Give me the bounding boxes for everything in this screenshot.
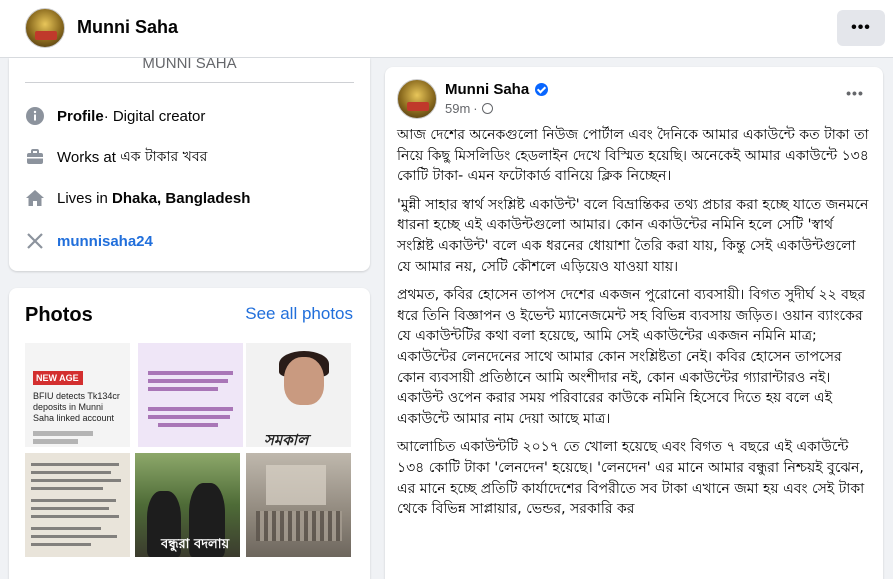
post-body: আজ দেশের অনেকগুলো নিউজ পোর্টাল এবং দৈনিক… <box>397 125 873 528</box>
post-paragraph: আলোচিত একাউন্টটি ২০১৭ তে খোলা হয়েছে এবং… <box>397 439 865 518</box>
photo-detail <box>256 511 342 541</box>
intro-work-place[interactable]: এক টাকার খবর <box>120 145 207 169</box>
intro-lives-city[interactable]: Dhaka, Bangladesh <box>112 190 250 207</box>
post-author-label[interactable]: Munni Saha <box>445 81 529 98</box>
intro-row-work: Works at এক টাকার খবর <box>25 145 207 169</box>
newspaper-masthead: সমকাল <box>264 431 309 447</box>
more-horizontal-icon: ••• <box>851 19 871 36</box>
profile-avatar[interactable] <box>25 8 65 48</box>
text-line <box>31 527 101 530</box>
text-line <box>31 543 91 546</box>
photo-caption: BFIU detects Tk134cr deposits in Munni S… <box>33 391 120 423</box>
text-line <box>31 479 121 482</box>
post-paragraph: প্রথমত, কবির হোসেন তাপস দেশের একজন পুরোন… <box>397 287 866 427</box>
intro-row-lives: Lives in Dhaka, Bangladesh <box>25 186 250 210</box>
text-line <box>148 415 230 419</box>
text-line <box>148 387 218 391</box>
intro-bio: MUNNI SAHA <box>142 55 237 72</box>
text-line <box>31 463 119 466</box>
photo-thumbnail[interactable] <box>246 453 351 557</box>
text-line <box>31 507 109 510</box>
post-more-options-button[interactable]: ••• <box>837 85 873 105</box>
text-line <box>33 439 78 444</box>
briefcase-icon <box>25 147 45 167</box>
more-horizontal-icon: ••• <box>846 85 864 101</box>
text-line <box>158 423 218 427</box>
intro-card: MUNNI SAHA Profile · Digital creator Wor… <box>9 55 370 271</box>
see-all-photos-link[interactable]: See all photos <box>245 304 353 324</box>
text-line <box>31 535 117 538</box>
text-line <box>31 487 103 490</box>
photos-card: Photos See all photos NEW AGE BFIU detec… <box>9 288 370 579</box>
post-meta: 59m · <box>445 101 493 116</box>
newspaper-logo: NEW AGE <box>33 371 83 385</box>
public-globe-icon <box>481 103 493 114</box>
intro-profile-label: Profile <box>57 107 104 125</box>
intro-lives-prefix: Lives in <box>57 189 113 207</box>
photo-caption: বন্ধুরা বদলায় <box>161 537 230 552</box>
photos-title: Photos <box>25 304 93 326</box>
profile-header-bar: Munni Saha ••• <box>0 0 893 58</box>
portrait-face <box>284 357 324 405</box>
meta-separator: · <box>473 101 478 116</box>
photo-thumbnail[interactable] <box>138 343 243 447</box>
profile-name[interactable]: Munni Saha <box>77 17 178 38</box>
intro-work-prefix: Works at <box>57 148 121 166</box>
text-line <box>31 471 111 474</box>
intro-row-profile: Profile · Digital creator <box>25 104 205 128</box>
intro-profile-category: · Digital creator <box>103 107 206 125</box>
photo-thumbnail[interactable]: বন্ধুরা বদলায় <box>135 453 240 557</box>
x-logo-icon <box>25 231 45 251</box>
info-icon <box>25 106 45 126</box>
text-line <box>33 431 93 436</box>
photo-thumbnail[interactable]: NEW AGE BFIU detects Tk134cr deposits in… <box>25 343 130 447</box>
text-line <box>148 379 228 383</box>
x-profile-link[interactable]: munnisaha24 <box>57 233 153 250</box>
photo-thumbnail[interactable] <box>25 453 130 557</box>
divider <box>25 82 354 83</box>
verified-badge-icon <box>535 83 549 96</box>
home-icon <box>25 188 45 208</box>
more-options-button[interactable]: ••• <box>837 10 885 46</box>
text-line <box>148 407 233 411</box>
text-line <box>31 499 116 502</box>
post-paragraph: আজ দেশের অনেকগুলো নিউজ পোর্টাল এবং দৈনিক… <box>397 127 869 185</box>
text-line <box>31 515 119 518</box>
post-author-avatar[interactable] <box>397 79 437 119</box>
intro-row-x: munnisaha24 <box>25 229 153 253</box>
photo-thumbnail[interactable]: সমকাল <box>246 343 351 447</box>
text-line <box>148 371 233 375</box>
post-paragraph: 'মুন্নী সাহার স্বার্থ সংশ্লিষ্ট একাউন্ট'… <box>397 196 869 275</box>
photo-detail <box>266 465 326 505</box>
post-card: Munni Saha 59m · ••• আজ দেশের অনেকগুলো ন… <box>385 67 883 579</box>
post-author-name[interactable]: Munni Saha <box>445 81 549 98</box>
post-timestamp[interactable]: 59m <box>445 101 470 116</box>
